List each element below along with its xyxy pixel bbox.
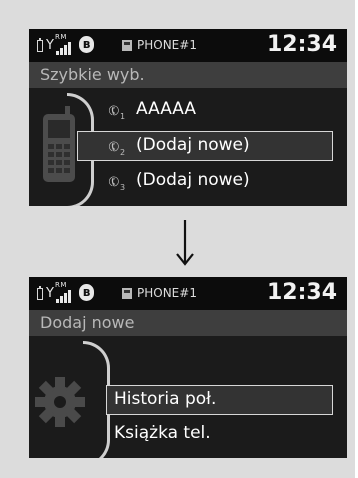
down-arrow-icon: [176, 220, 194, 266]
menu-item-phonebook[interactable]: Książka tel.: [106, 419, 333, 449]
phone-name: PHONE#1: [137, 286, 197, 300]
clock: 12:34: [266, 280, 337, 305]
status-bar: Y RM ʙ PHONE#1 12:34: [29, 277, 347, 310]
speed-dial-label: AAAAA: [136, 99, 197, 119]
phone-icon: [122, 288, 132, 299]
screen-title-text: Szybkie wyb.: [40, 65, 145, 84]
menu-item-label: Książka tel.: [114, 423, 211, 443]
battery-icon: [37, 286, 43, 300]
signal-icon: Y RM: [46, 33, 76, 55]
screen-title: Dodaj nowe: [29, 310, 347, 336]
speed-dial-item-3[interactable]: ✆ 3 (Dodaj nowe): [77, 166, 335, 196]
screen-title: Szybkie wyb.: [29, 62, 347, 88]
screen-title-text: Dodaj nowe: [40, 313, 135, 332]
menu-item-call-history[interactable]: Historia poł.: [106, 385, 333, 415]
speed-dial-item-2[interactable]: ✆ 2 (Dodaj nowe): [77, 131, 333, 161]
signal-icon: Y RM: [46, 281, 76, 303]
speed-dial-screen: Y RM ʙ PHONE#1 12:34 Szybkie wyb. ✆ 1 AA…: [29, 29, 347, 206]
clock: 12:34: [266, 32, 337, 57]
speed-dial-label: (Dodaj nowe): [136, 135, 250, 155]
status-bar: Y RM ʙ PHONE#1 12:34: [29, 29, 347, 62]
speed-dial-label: (Dodaj nowe): [136, 170, 250, 190]
bluetooth-icon: ʙ: [79, 36, 94, 53]
roaming-indicator: RM: [55, 33, 67, 41]
gear-icon: [33, 375, 87, 429]
phone-icon: [122, 40, 132, 51]
battery-icon: [37, 38, 43, 52]
bluetooth-icon: ʙ: [79, 284, 94, 301]
roaming-indicator: RM: [55, 281, 67, 289]
speed-dial-item-1[interactable]: ✆ 1 AAAAA: [77, 95, 335, 125]
menu-item-label: Historia poł.: [114, 389, 217, 409]
add-new-screen: Y RM ʙ PHONE#1 12:34 Dodaj nowe Historia…: [29, 277, 347, 458]
phone-name: PHONE#1: [137, 38, 197, 52]
instruction-panel: Y RM ʙ PHONE#1 12:34 Szybkie wyb. ✆ 1 AA…: [0, 0, 355, 478]
